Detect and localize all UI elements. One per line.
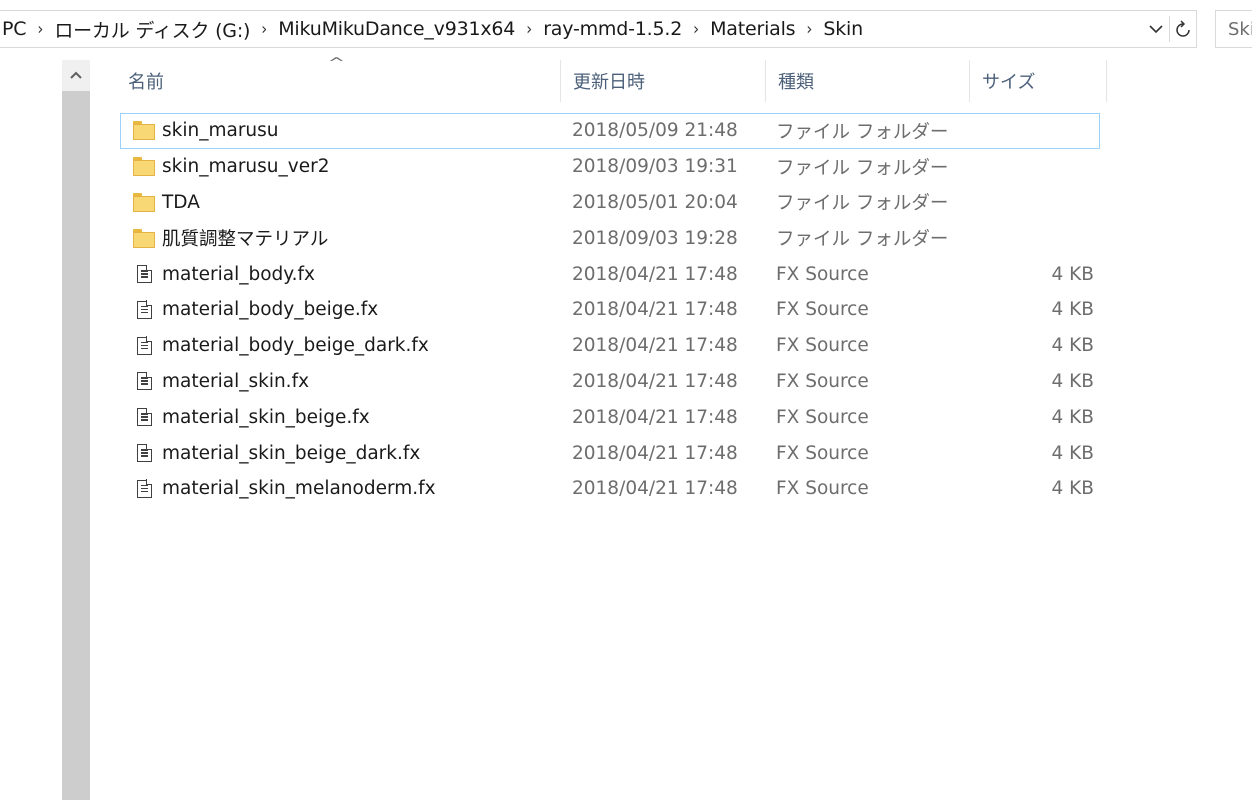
- breadcrumb-pc[interactable]: PC: [1, 18, 27, 40]
- folder-icon: [131, 114, 157, 148]
- file-type: FX Source: [776, 335, 869, 357]
- folder-icon: [131, 221, 157, 255]
- file-name: skin_marusu: [162, 120, 279, 142]
- scrollbar-thumb[interactable]: [62, 91, 90, 800]
- column-header-size-label: サイズ: [982, 72, 1036, 93]
- breadcrumb-local-disk[interactable]: ローカル ディスク (G:): [53, 16, 251, 43]
- file-list: skin_marusu 2018/05/09 21:48 ファイル フォルダー ski…: [120, 113, 1100, 507]
- file-type: ファイル フォルダー: [776, 157, 949, 179]
- file-name: skin_marusu_ver2: [162, 156, 330, 178]
- breadcrumb-materials[interactable]: Materials: [709, 18, 796, 40]
- breadcrumb-separator-icon[interactable]: ›: [27, 19, 53, 39]
- file-size: [991, 186, 1094, 220]
- file-name: material_skin_melanoderm.fx: [162, 478, 436, 500]
- file-date-modified: 2018/04/21 17:48: [572, 442, 738, 464]
- file-name: material_skin.fx: [162, 370, 310, 392]
- breadcrumb-separator-icon[interactable]: ›: [683, 19, 709, 39]
- file-date-modified: 2018/09/03 19:28: [572, 227, 738, 249]
- file-icon: [131, 365, 157, 399]
- file-name: material_body_beige_dark.fx: [162, 335, 429, 357]
- file-size: 4 KB: [1051, 335, 1094, 357]
- file-date-modified: 2018/04/21 17:48: [572, 406, 738, 428]
- column-header-type[interactable]: 種類: [766, 60, 969, 102]
- column-header-date[interactable]: 更新日時: [561, 60, 765, 102]
- file-size: [991, 150, 1094, 184]
- file-type: FX Source: [776, 370, 869, 392]
- file-date-modified: 2018/04/21 17:48: [572, 335, 738, 357]
- search-input[interactable]: Skin: [1215, 10, 1252, 48]
- file-size: 4 KB: [1051, 442, 1094, 464]
- file-type: FX Source: [776, 263, 869, 285]
- file-date-modified: 2018/09/03 19:31: [572, 156, 738, 178]
- file-type: FX Source: [776, 406, 869, 428]
- file-row[interactable]: material_skin_melanoderm.fx 2018/04/21 17…: [120, 471, 1100, 507]
- chevron-down-icon[interactable]: [1143, 11, 1169, 47]
- file-row[interactable]: material_body_beige_dark.fx 2018/04/21 17…: [120, 328, 1100, 364]
- breadcrumb-separator-icon[interactable]: ›: [796, 19, 822, 39]
- breadcrumb-separator-icon[interactable]: ›: [251, 19, 277, 39]
- folder-icon: [131, 150, 157, 184]
- column-header-name-label: 名前: [128, 72, 164, 93]
- file-name: material_skin_beige_dark.fx: [162, 442, 421, 464]
- file-type: FX Source: [776, 299, 869, 321]
- refresh-icon[interactable]: [1170, 11, 1196, 47]
- folder-icon: [131, 186, 157, 220]
- file-icon: [131, 472, 157, 506]
- file-icon: [131, 329, 157, 363]
- file-date-modified: 2018/04/21 17:48: [572, 299, 738, 321]
- file-name: TDA: [162, 191, 200, 213]
- column-header-size[interactable]: サイズ: [970, 60, 1106, 102]
- file-name: 肌質調整マテリアル: [162, 229, 329, 251]
- file-icon: [131, 257, 157, 291]
- breadcrumb-separator-icon[interactable]: ›: [516, 19, 542, 39]
- file-date-modified: 2018/04/21 17:48: [572, 263, 738, 285]
- file-type: ファイル フォルダー: [776, 121, 949, 143]
- scroll-up-icon[interactable]: [62, 60, 90, 90]
- file-size: 4 KB: [1051, 406, 1094, 428]
- file-size: [991, 221, 1094, 255]
- file-icon: [131, 400, 157, 434]
- file-name: material_body.fx: [162, 263, 315, 285]
- file-size: 4 KB: [1051, 478, 1094, 500]
- file-size: [991, 114, 1094, 148]
- breadcrumb-mikumikudance[interactable]: MikuMikuDance_v931x64: [277, 18, 516, 40]
- file-size: 4 KB: [1051, 370, 1094, 392]
- breadcrumb: PC › ローカル ディスク (G:) › MikuMikuDance_v931…: [0, 11, 1143, 47]
- file-type: FX Source: [776, 442, 869, 464]
- folder-row[interactable]: TDA 2018/05/01 20:04 ファイル フォルダー: [120, 185, 1100, 221]
- file-type: ファイル フォルダー: [776, 193, 949, 215]
- file-name: material_skin_beige.fx: [162, 406, 370, 428]
- file-date-modified: 2018/05/09 21:48: [572, 120, 738, 142]
- file-icon: [131, 293, 157, 327]
- file-date-modified: 2018/04/21 17:48: [572, 478, 738, 500]
- breadcrumb-ray-mmd[interactable]: ray-mmd-1.5.2: [542, 18, 683, 40]
- column-header-type-label: 種類: [778, 72, 814, 93]
- file-type: ファイル フォルダー: [776, 229, 949, 251]
- file-row[interactable]: material_skin_beige_dark.fx 2018/04/21 17…: [120, 435, 1100, 471]
- column-divider[interactable]: [1106, 60, 1107, 102]
- file-row[interactable]: material_skin_beige.fx 2018/04/21 17:48 FX…: [120, 399, 1100, 435]
- file-row[interactable]: material_body.fx 2018/04/21 17:48 FX Sourc…: [120, 256, 1100, 292]
- navigation-pane-scrollbar[interactable]: [62, 60, 90, 800]
- file-row[interactable]: material_body_beige.fx 2018/04/21 17:48 FX…: [120, 292, 1100, 328]
- column-header-name[interactable]: 名前: [116, 60, 560, 102]
- column-header-date-label: 更新日時: [573, 72, 645, 93]
- file-size: 4 KB: [1051, 299, 1094, 321]
- folder-row[interactable]: skin_marusu 2018/05/09 21:48 ファイル フォルダー: [120, 113, 1100, 149]
- file-date-modified: 2018/04/21 17:48: [572, 370, 738, 392]
- file-date-modified: 2018/05/01 20:04: [572, 191, 738, 213]
- file-size: 4 KB: [1051, 263, 1094, 285]
- file-icon: [131, 436, 157, 470]
- breadcrumb-skin[interactable]: Skin: [822, 18, 864, 40]
- file-name: material_body_beige.fx: [162, 299, 379, 321]
- folder-row[interactable]: skin_marusu_ver2 2018/09/03 19:31 ファイル フォル…: [120, 149, 1100, 185]
- file-row[interactable]: material_skin.fx 2018/04/21 17:48 FX Sourc…: [120, 364, 1100, 400]
- folder-row[interactable]: 肌質調整マテリアル 2018/09/03 19:28 ファイル フォルダー: [120, 220, 1100, 256]
- file-type: FX Source: [776, 478, 869, 500]
- address-bar[interactable]: PC › ローカル ディスク (G:) › MikuMikuDance_v931…: [0, 10, 1197, 48]
